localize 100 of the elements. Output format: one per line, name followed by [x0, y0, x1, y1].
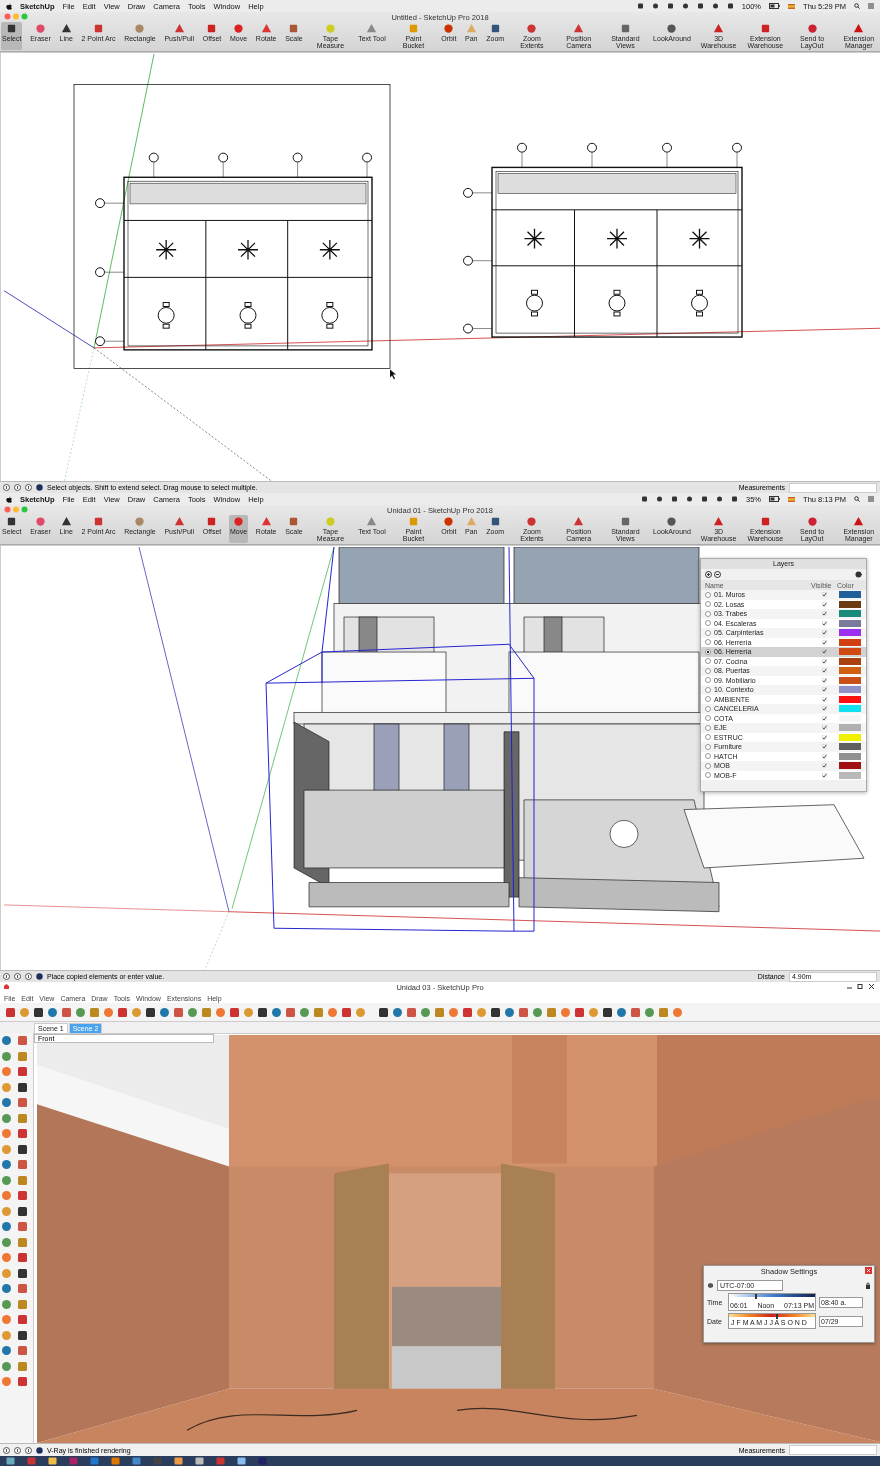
visible-checkbox[interactable] — [821, 725, 827, 731]
active-layer-radio[interactable] — [705, 753, 711, 760]
tool-icon[interactable] — [17, 1267, 28, 1279]
taskbar-app-icon[interactable] — [174, 1457, 183, 1465]
visible-checkbox[interactable] — [821, 715, 827, 721]
remove-icon[interactable] — [714, 571, 721, 578]
search-icon[interactable] — [854, 3, 860, 9]
layer-color-swatch[interactable] — [839, 638, 861, 646]
apple-logo-icon[interactable] — [6, 2, 12, 10]
visible-checkbox[interactable] — [821, 658, 827, 664]
taskbar-app-icon[interactable] — [6, 1457, 15, 1465]
window-controls-icon[interactable] — [846, 983, 876, 990]
visible-checkbox[interactable] — [821, 753, 827, 759]
active-layer-radio[interactable] — [705, 591, 711, 598]
battery-icon[interactable] — [769, 496, 781, 502]
layer-color-swatch[interactable] — [839, 724, 861, 732]
taskbar-app-icon[interactable] — [237, 1457, 246, 1465]
flag-icon[interactable] — [788, 3, 796, 9]
tool-icon[interactable] — [490, 1006, 501, 1018]
layer-color-swatch[interactable] — [839, 771, 861, 779]
visible-checkbox[interactable] — [821, 649, 827, 655]
info-circle-icon[interactable] — [25, 973, 32, 980]
active-layer-radio[interactable] — [705, 743, 711, 750]
layer-color-swatch[interactable] — [839, 600, 861, 608]
active-layer-radio[interactable] — [705, 601, 711, 608]
active-layer-radio[interactable] — [705, 762, 711, 769]
visible-checkbox[interactable] — [821, 687, 827, 693]
visible-checkbox[interactable] — [821, 706, 827, 712]
layer-color-swatch[interactable] — [839, 705, 861, 713]
visible-checkbox[interactable] — [821, 620, 827, 626]
visible-checkbox[interactable] — [821, 734, 827, 740]
layer-color-swatch[interactable] — [839, 733, 861, 741]
tool-icon[interactable] — [17, 1081, 28, 1093]
active-layer-radio[interactable] — [705, 715, 711, 722]
active-layer-radio[interactable] — [705, 696, 711, 703]
active-layer-radio[interactable] — [705, 639, 711, 646]
layer-color-swatch[interactable] — [839, 752, 861, 760]
add-icon[interactable] — [705, 571, 712, 578]
active-layer-radio[interactable] — [705, 667, 711, 674]
slider-thumb[interactable] — [754, 1294, 757, 1299]
layer-color-swatch[interactable] — [839, 591, 861, 599]
tool-icon[interactable] — [33, 1006, 44, 1018]
details-icon[interactable] — [855, 571, 862, 578]
info-circle-icon[interactable] — [3, 1446, 10, 1454]
taskbar-app-icon[interactable] — [48, 1457, 57, 1465]
layer-color-swatch[interactable] — [839, 610, 861, 618]
active-layer-radio[interactable] — [705, 610, 711, 617]
layer-color-swatch[interactable] — [839, 695, 861, 703]
tool-icon[interactable] — [257, 1006, 268, 1018]
info-circle-icon[interactable] — [14, 484, 21, 491]
visible-checkbox[interactable] — [821, 592, 827, 598]
taskbar-app-icon[interactable] — [132, 1457, 141, 1465]
info-circle-icon[interactable] — [14, 1446, 21, 1454]
active-layer-radio[interactable] — [705, 620, 711, 627]
active-layer-radio[interactable] — [705, 772, 711, 779]
visible-checkbox[interactable] — [821, 696, 827, 702]
info-circle-icon[interactable] — [3, 973, 10, 980]
close-icon[interactable] — [865, 1267, 872, 1274]
visible-checkbox[interactable] — [821, 611, 827, 617]
active-layer-radio[interactable] — [705, 734, 711, 741]
visible-checkbox[interactable] — [821, 677, 827, 683]
layer-color-swatch[interactable] — [839, 743, 861, 751]
layer-color-swatch[interactable] — [839, 676, 861, 684]
apple-logo-icon[interactable] — [6, 495, 12, 503]
taskbar-app-icon[interactable] — [195, 1457, 204, 1465]
slider-thumb[interactable] — [776, 1314, 779, 1319]
active-layer-radio[interactable] — [705, 677, 711, 684]
visible-checkbox[interactable] — [821, 639, 827, 645]
visible-checkbox[interactable] — [821, 744, 827, 750]
taskbar-app-icon[interactable] — [111, 1457, 120, 1465]
layer-color-swatch[interactable] — [839, 762, 861, 770]
globe-icon[interactable] — [36, 484, 43, 491]
layer-color-swatch[interactable] — [839, 657, 861, 665]
search-icon[interactable] — [854, 496, 860, 502]
tool-icon[interactable] — [378, 1006, 389, 1018]
tool-icon[interactable] — [17, 1329, 28, 1341]
active-layer-radio[interactable] — [705, 705, 711, 712]
active-layer-radio[interactable] — [705, 658, 711, 665]
layer-color-swatch[interactable] — [839, 686, 861, 694]
battery-icon[interactable] — [769, 3, 781, 9]
tool-icon[interactable] — [145, 1006, 156, 1018]
info-circle-icon[interactable] — [3, 484, 10, 491]
measurements-field[interactable] — [789, 1445, 877, 1455]
globe-icon[interactable] — [36, 973, 43, 980]
layer-color-swatch[interactable] — [839, 619, 861, 627]
active-layer-radio[interactable] — [705, 686, 711, 693]
visible-checkbox[interactable] — [821, 772, 827, 778]
visible-checkbox[interactable] — [821, 630, 827, 636]
info-circle-icon[interactable] — [25, 1446, 32, 1454]
layer-color-swatch[interactable] — [839, 667, 861, 675]
taskbar-app-icon[interactable] — [90, 1457, 99, 1465]
layer-color-swatch[interactable] — [839, 648, 861, 656]
visible-checkbox[interactable] — [821, 668, 827, 674]
visible-checkbox[interactable] — [821, 601, 827, 607]
measurements-field[interactable] — [789, 482, 877, 493]
info-circle-icon[interactable] — [14, 973, 21, 980]
tool-icon[interactable] — [602, 1006, 613, 1018]
lock-icon[interactable] — [865, 1282, 871, 1289]
tool-icon[interactable] — [17, 1205, 28, 1217]
info-circle-icon[interactable] — [25, 484, 32, 491]
